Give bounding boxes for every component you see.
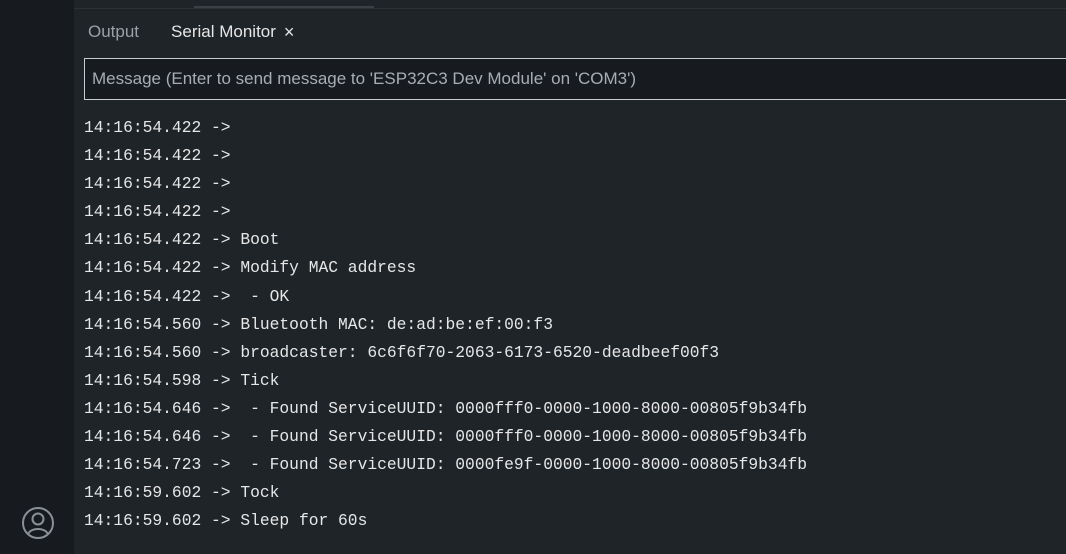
log-line: 14:16:54.598 -> Tick bbox=[84, 370, 280, 390]
log-line: 14:16:54.560 -> Bluetooth MAC: de:ad:be:… bbox=[84, 314, 553, 334]
account-icon[interactable] bbox=[21, 506, 55, 540]
log-line: 14:16:54.646 -> - Found ServiceUUID: 000… bbox=[84, 398, 808, 418]
serial-log: 14:16:54.422 -> 14:16:54.422 -> 14:16:54.4… bbox=[84, 114, 1054, 535]
log-line: 14:16:54.422 -> Modify MAC address bbox=[84, 258, 417, 278]
tab-serial-monitor-label: Serial Monitor bbox=[171, 22, 276, 41]
tab-serial-monitor[interactable]: Serial Monitor × bbox=[153, 14, 308, 50]
tab-output[interactable]: Output bbox=[74, 14, 153, 50]
log-line: 14:16:54.422 -> bbox=[84, 202, 231, 222]
log-line: 14:16:59.602 -> Tock bbox=[84, 483, 280, 503]
log-line: 14:16:54.422 -> Boot bbox=[84, 230, 280, 250]
log-line: 14:16:54.646 -> - Found ServiceUUID: 000… bbox=[84, 427, 808, 447]
serial-monitor-panel: Output Serial Monitor × 14:16:54.422 ->1… bbox=[74, 0, 1066, 554]
close-icon[interactable]: × bbox=[284, 23, 295, 41]
log-line: 14:16:54.723 -> - Found ServiceUUID: 000… bbox=[84, 455, 808, 475]
log-line: 14:16:54.422 -> bbox=[84, 118, 231, 137]
log-line: 14:16:59.602 -> Sleep for 60s bbox=[84, 511, 368, 531]
log-line: 14:16:54.422 -> bbox=[84, 146, 231, 166]
panel-top-accent bbox=[194, 6, 374, 8]
activity-bar bbox=[0, 0, 74, 554]
log-line: 14:16:54.560 -> broadcaster: 6c6f6f70-20… bbox=[84, 342, 720, 362]
panel-top-strip bbox=[74, 0, 1066, 9]
message-input[interactable] bbox=[84, 58, 1066, 100]
log-line: 14:16:54.422 -> bbox=[84, 174, 231, 194]
tab-output-label: Output bbox=[88, 22, 140, 41]
log-line: 14:16:54.422 -> - OK bbox=[84, 286, 290, 306]
panel-tabs: Output Serial Monitor × bbox=[74, 14, 308, 50]
